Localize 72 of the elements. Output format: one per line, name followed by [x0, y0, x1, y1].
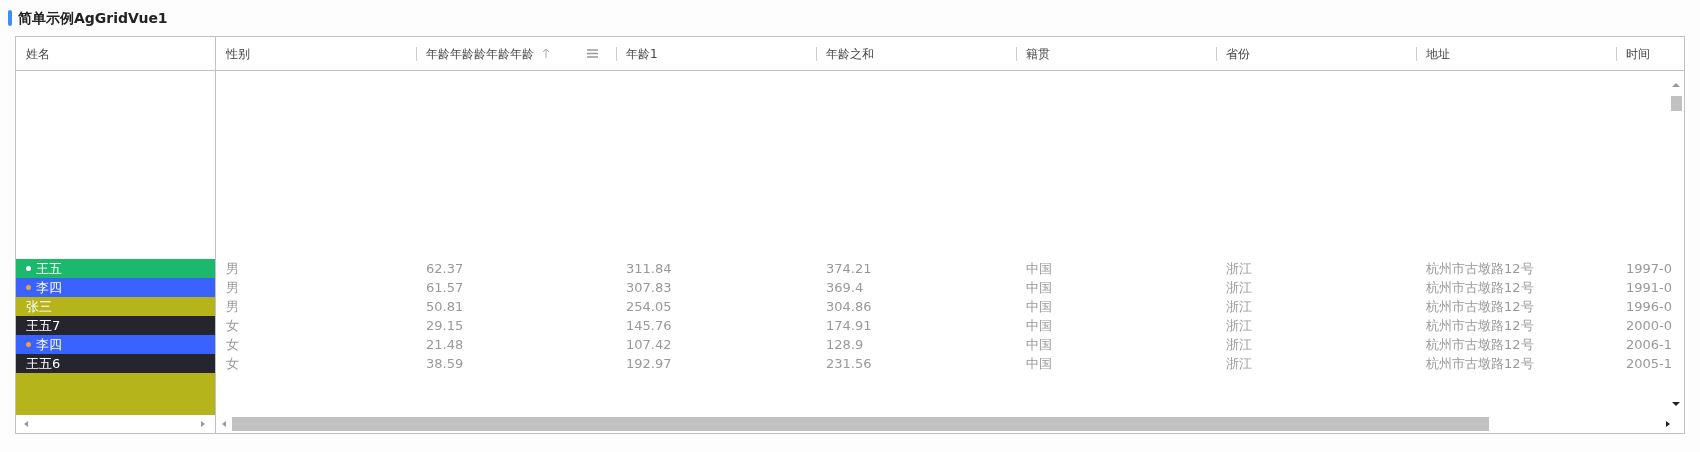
- scroll-left-icon[interactable]: [22, 420, 30, 428]
- menu-icon[interactable]: [587, 49, 598, 58]
- table-cell-text: 杭州市古墩路12号: [1425, 335, 1535, 354]
- table-cell-text: 128.9: [825, 335, 865, 354]
- column-header[interactable]: 时间: [1626, 44, 1650, 63]
- table-cell-text: 304.86: [825, 297, 873, 316]
- table-cell-text: 浙江: [1225, 316, 1253, 335]
- table-cell-text: 中国: [1025, 297, 1053, 316]
- table-cell-text: 21.48: [425, 335, 465, 354]
- table-cell-text: 杭州市古墩路12号: [1425, 354, 1535, 373]
- name-text: 张三: [26, 297, 52, 316]
- table-cell-text: 女: [225, 335, 240, 354]
- table-cell-text: 2005-1: [1625, 354, 1674, 373]
- table-cell-text: 369.4: [825, 278, 865, 297]
- sort-ascending-icon[interactable]: [542, 48, 550, 59]
- table-cell-text: 浙江: [1225, 335, 1253, 354]
- name-text: 李四: [36, 278, 62, 297]
- table-cell-text: 231.56: [825, 354, 873, 373]
- table-cell-text: 1991-0: [1625, 278, 1674, 297]
- table-cell-text: 374.21: [825, 259, 873, 278]
- table-cell-text: 杭州市古墩路12号: [1425, 278, 1535, 297]
- table-cell-text: 254.05: [625, 297, 673, 316]
- section-title: 简单示例AgGridVue1: [18, 8, 168, 28]
- scroll-left-icon[interactable]: [220, 420, 228, 428]
- table-cell-text: 192.97: [625, 354, 673, 373]
- table-cell-text: 29.15: [425, 316, 465, 335]
- table-cell-text: 50.81: [425, 297, 465, 316]
- column-header[interactable]: 性别: [226, 44, 250, 63]
- table-cell-text: 杭州市古墩路12号: [1425, 316, 1535, 335]
- table-cell-text: 107.42: [625, 335, 673, 354]
- table-cell-text: 浙江: [1225, 278, 1253, 297]
- table-cell-text: 杭州市古墩路12号: [1425, 297, 1535, 316]
- table-cell-text: 307.83: [625, 278, 673, 297]
- column-header[interactable]: 省份: [1226, 44, 1250, 63]
- table-cell-text: 174.91: [825, 316, 873, 335]
- column-header[interactable]: 姓名: [26, 44, 50, 63]
- vertical-scrollbar-thumb[interactable]: [1671, 96, 1682, 111]
- table-cell-text: 2006-1: [1625, 335, 1674, 354]
- table-cell-text: 61.57: [425, 278, 465, 297]
- name-text: 李四: [36, 335, 62, 354]
- table-cell-text: 女: [225, 316, 240, 335]
- name-text: 王五: [36, 259, 62, 278]
- table-cell-text: 中国: [1025, 335, 1053, 354]
- table-cell-text: 浙江: [1225, 297, 1253, 316]
- table-cell-text: 中国: [1025, 278, 1053, 297]
- table-cell-text: 2000-0: [1625, 316, 1674, 335]
- name-text: 王五7: [26, 316, 61, 335]
- table-cell-text: 中国: [1025, 354, 1053, 373]
- table-cell-text: 145.76: [625, 316, 673, 335]
- table-cell-text: 62.37: [425, 259, 465, 278]
- table-cell-text: 中国: [1025, 259, 1053, 278]
- column-header[interactable]: 地址: [1426, 44, 1450, 63]
- scroll-right-icon[interactable]: [1664, 420, 1672, 428]
- table-cell-text: 浙江: [1225, 354, 1253, 373]
- table-cell-text: 男: [225, 278, 240, 297]
- table-cell-text: 浙江: [1225, 259, 1253, 278]
- table-cell-text: 1997-0: [1625, 259, 1674, 278]
- table-cell-text: 1996-0: [1625, 297, 1674, 316]
- name-text: 王五6: [26, 354, 61, 373]
- table-cell-text: 男: [225, 259, 240, 278]
- column-header[interactable]: 籍贯: [1026, 44, 1050, 63]
- table-cell-text: 中国: [1025, 316, 1053, 335]
- table-cell-text: 女: [225, 354, 240, 373]
- horizontal-scrollbar-thumb[interactable]: [232, 417, 1489, 431]
- title-accent-bar: [8, 10, 12, 26]
- column-header[interactable]: 年龄年龄龄年龄年龄: [426, 44, 534, 63]
- table-cell-text: 311.84: [625, 259, 673, 278]
- column-header[interactable]: 年龄之和: [826, 44, 874, 63]
- column-header[interactable]: 年龄1: [626, 44, 658, 63]
- table-cell-text: 杭州市古墩路12号: [1425, 259, 1535, 278]
- table-cell-text: 38.59: [425, 354, 465, 373]
- table-cell-text: 男: [225, 297, 240, 316]
